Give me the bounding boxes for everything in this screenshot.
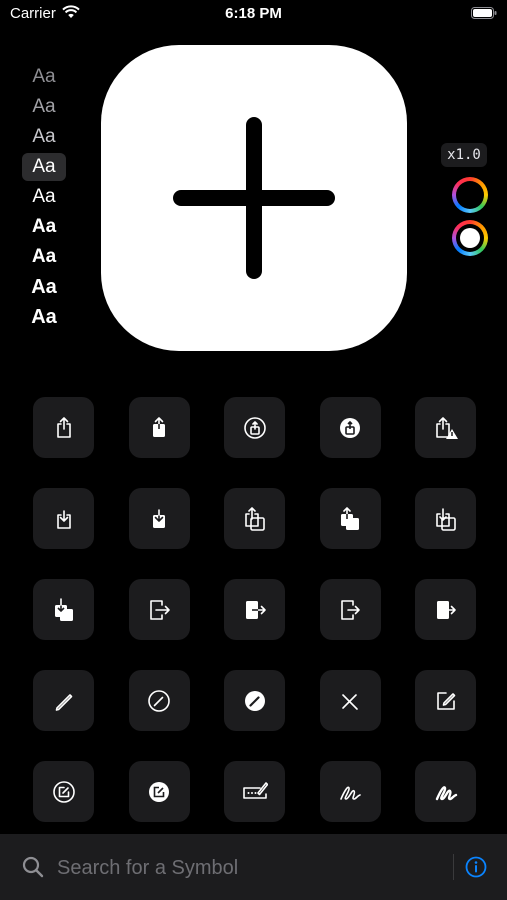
symbol-cell[interactable] (224, 397, 285, 458)
pencil-circle-icon (148, 689, 170, 712)
rectangle-portrait-and-arrow-right-fill-icon (245, 600, 266, 619)
symbol-cell[interactable] (224, 488, 285, 549)
square-and-pencil-icon (436, 691, 455, 710)
symbol-cell[interactable] (224, 670, 285, 731)
symbol-cell[interactable] (319, 397, 381, 458)
symbol-cell[interactable] (33, 670, 94, 731)
square-and-arrow-up-circle-fill-icon (340, 417, 360, 438)
battery-icon (471, 7, 497, 19)
symbol-cell[interactable] (224, 761, 285, 822)
font-weight-option[interactable]: Aa (22, 303, 66, 331)
font-weight-option[interactable]: Aa (22, 93, 66, 121)
symbol-cell[interactable] (33, 579, 94, 640)
square-and-arrow-down-on-square-icon (435, 507, 456, 531)
square-and-arrow-up-trianglebadge-exclamationmark-icon (435, 416, 458, 439)
symbol-cell[interactable] (33, 397, 94, 458)
symbol-cell[interactable] (415, 397, 476, 458)
symbol-cell[interactable] (128, 488, 190, 549)
search-divider (453, 854, 454, 880)
rectangle-portrait-and-arrow-forward-fill-icon (436, 600, 456, 619)
primary-color-picker[interactable] (452, 177, 488, 213)
square-and-arrow-up-on-square-fill-icon (341, 506, 359, 530)
symbol-cell[interactable] (415, 488, 476, 549)
symbol-cell[interactable] (415, 761, 476, 822)
font-weight-option[interactable]: Aa (22, 123, 66, 151)
plus-icon (173, 117, 335, 279)
scribble-variable-icon (435, 785, 457, 800)
search-icon (22, 856, 44, 878)
rectangle-portrait-and-arrow-right-icon (150, 599, 170, 620)
symbol-cell[interactable] (319, 670, 381, 731)
symbol-cell[interactable] (33, 761, 94, 822)
square-and-arrow-down-on-square-fill-icon (54, 597, 73, 621)
symbol-cell[interactable] (128, 397, 190, 458)
symbol-cell[interactable] (33, 488, 94, 549)
square-and-arrow-down-icon (56, 509, 71, 529)
secondary-color-picker[interactable] (452, 220, 488, 256)
symbol-cell[interactable] (319, 761, 381, 822)
symbol-cell[interactable] (224, 579, 285, 640)
symbol-cell[interactable] (128, 670, 190, 731)
font-weight-option[interactable]: Aa (22, 63, 66, 91)
search-bar (0, 834, 507, 900)
font-weight-option[interactable]: Aa (22, 213, 66, 241)
rectangle-and-pencil-and-ellipsis-icon (242, 781, 268, 799)
scale-button[interactable]: x1.0 (441, 143, 487, 167)
symbol-cell[interactable] (415, 579, 476, 640)
font-weight-option[interactable]: Aa (22, 183, 66, 211)
font-weight-option[interactable]: Aa (22, 273, 66, 301)
pencil-icon (55, 693, 72, 711)
symbol-cell[interactable] (415, 670, 476, 731)
status-bar: Carrier 6:18 PM (0, 0, 507, 28)
square-and-arrow-down-fill-icon (153, 508, 165, 528)
symbol-cell[interactable] (319, 488, 381, 549)
square-and-arrow-up-circle-icon (243, 416, 266, 439)
search-input[interactable] (55, 852, 439, 884)
pencil-slash-icon (342, 693, 358, 710)
font-weight-option[interactable]: Aa (22, 153, 66, 181)
rectangle-portrait-and-arrow-forward-icon (341, 599, 360, 620)
font-weight-picker: Aa Aa Aa Aa Aa Aa Aa Aa Aa (22, 63, 66, 333)
symbol-cell[interactable] (128, 761, 190, 822)
square-and-arrow-up-on-square-icon (244, 506, 265, 531)
square-and-pencil-circle-fill-icon (149, 781, 169, 802)
info-icon[interactable] (465, 856, 487, 878)
square-and-arrow-up-fill-icon (153, 416, 165, 437)
symbol-cell[interactable] (319, 579, 381, 640)
symbol-cell[interactable] (128, 579, 190, 640)
square-and-arrow-up-icon (56, 416, 71, 438)
square-and-pencil-circle-icon (52, 780, 75, 803)
font-weight-option[interactable]: Aa (22, 243, 66, 271)
symbol-preview (101, 45, 407, 351)
scribble-icon (340, 786, 361, 800)
status-time: 6:18 PM (225, 5, 282, 22)
pencil-circle-fill-icon (244, 690, 265, 711)
